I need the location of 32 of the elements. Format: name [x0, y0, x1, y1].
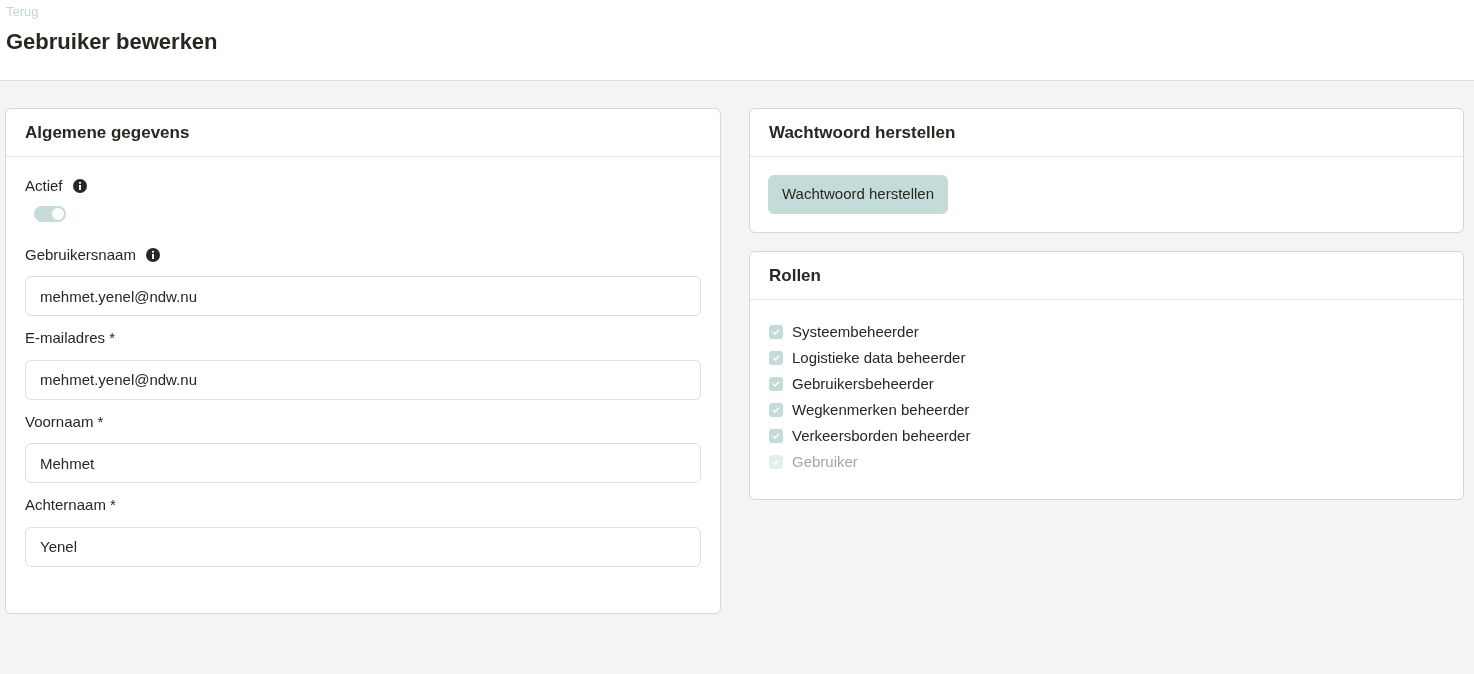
- field-label: E-mailadres *: [25, 328, 116, 348]
- page-title: Gebruiker bewerken: [6, 28, 218, 56]
- check-icon: [772, 458, 780, 466]
- card-title: Algemene gegevens: [25, 121, 190, 144]
- checkbox[interactable]: [769, 403, 783, 417]
- info-icon[interactable]: [145, 247, 160, 262]
- input-field[interactable]: mehmet.yenel@ndw.nu: [25, 359, 701, 400]
- checkbox[interactable]: [769, 325, 783, 339]
- role-label: Logistieke data beheerder: [792, 347, 966, 368]
- check-icon: [772, 354, 780, 362]
- input-field[interactable]: Mehmet: [25, 443, 701, 483]
- role-label: Wegkenmerken beheerder: [792, 399, 970, 420]
- check-icon: [772, 406, 780, 414]
- role-label: Gebruikersbeheerder: [792, 373, 934, 394]
- field-label: Actief: [25, 176, 63, 196]
- check-icon: [772, 328, 780, 336]
- field-label: Voornaam *: [25, 411, 104, 432]
- checkbox[interactable]: [769, 429, 783, 443]
- card-title: Rollen: [769, 264, 821, 287]
- role-label: Systeembeheerder: [792, 321, 919, 342]
- role-label: Verkeersborden beheerder: [792, 425, 971, 446]
- role-label: Gebruiker: [792, 451, 858, 472]
- reset-password-button[interactable]: Wachtwoord herstellen: [768, 175, 948, 214]
- input-field[interactable]: mehmet.yenel@ndw.nu: [25, 276, 701, 316]
- checkbox[interactable]: [769, 351, 783, 365]
- input-field[interactable]: Yenel: [25, 526, 701, 567]
- checkbox[interactable]: [769, 377, 783, 391]
- field-label: Achternaam *: [25, 495, 116, 515]
- card-title: Wachtwoord herstellen: [769, 121, 956, 144]
- check-icon: [772, 432, 780, 440]
- check-icon: [772, 380, 780, 388]
- field-label: Gebruikersnaam: [25, 244, 136, 265]
